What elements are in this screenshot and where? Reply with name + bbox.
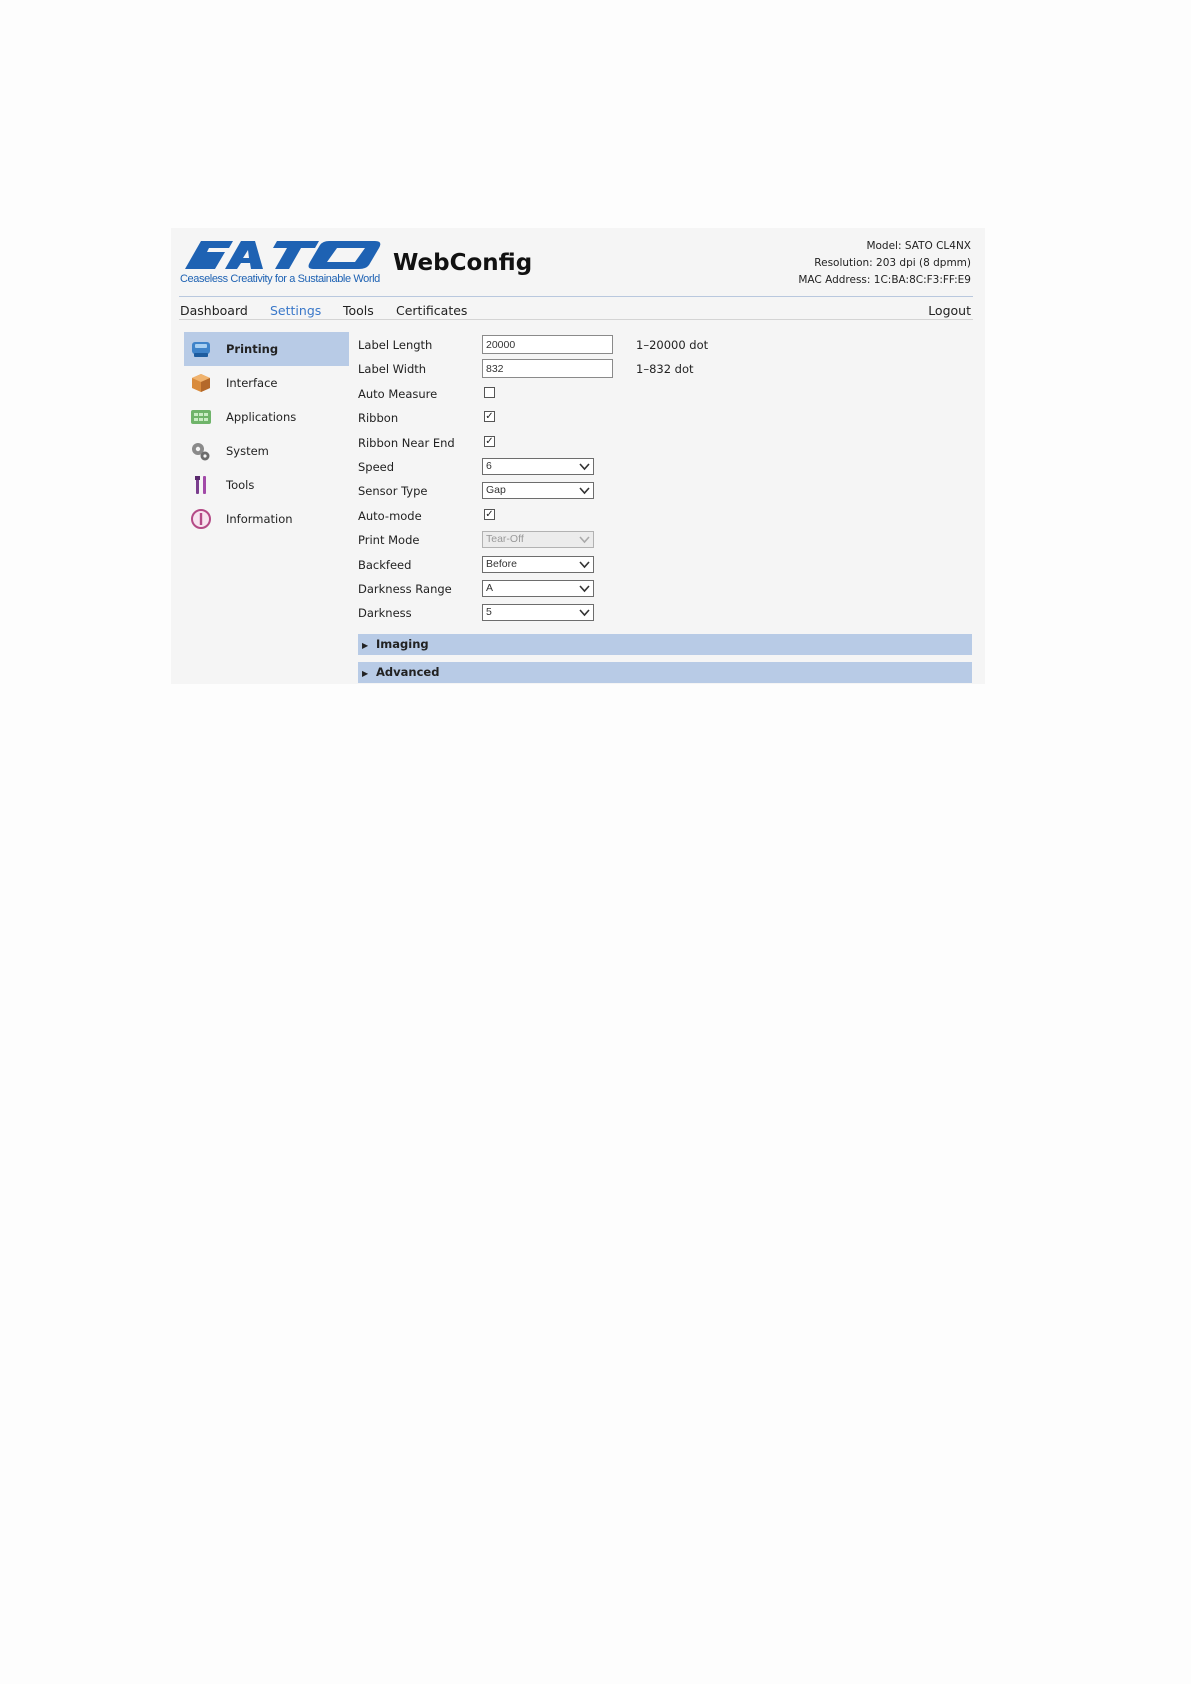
label-length-input[interactable] [482,335,613,354]
sidebar-item-label: Information [226,512,293,526]
label-width-label: Label Width [358,362,427,377]
app-title: WebConfig [393,250,533,276]
nav-divider [179,319,973,320]
darkness-range-label: Darkness Range [358,581,452,596]
nav-dashboard[interactable]: Dashboard [180,303,248,318]
darkness-row: Darkness 5 [358,600,972,624]
expand-triangle-icon: ▶ [362,641,369,650]
chevron-down-icon [579,463,590,471]
device-mac-address: MAC Address: 1C:BA:8C:F3:FF:E9 [798,274,971,286]
print-mode-row: Print Mode Tear-Off [358,527,972,551]
sensor-type-label: Sensor Type [358,484,428,499]
darkness-range-row: Darkness Range A [358,576,972,600]
imaging-section-title: Imaging [376,637,429,651]
header-divider [179,296,973,297]
chevron-down-icon [579,560,590,568]
sidebar-item-label: Interface [226,376,278,390]
darkness-label: Darkness [358,606,412,621]
ribbon-row: Ribbon ✓ [358,405,972,429]
nav-tools[interactable]: Tools [343,303,374,318]
speed-label: Speed [358,459,395,474]
sidebar-item-system[interactable]: System [184,434,349,468]
ribbon-near-end-label: Ribbon Near End [358,435,455,450]
label-length-label: Label Length [358,338,433,352]
advanced-section-title: Advanced [376,665,440,679]
label-length-hint: 1–20000 dot [636,338,709,352]
label-length-row: Label Length 1–20000 dot [358,332,972,356]
speed-select[interactable]: 6 [482,457,594,475]
auto-measure-label: Auto Measure [358,386,438,401]
interface-box-icon [192,374,210,392]
label-width-hint: 1–832 dot [636,362,694,377]
ribbon-near-end-checkbox[interactable]: ✓ [484,435,495,447]
label-width-row: Label Width 1–832 dot [358,356,972,380]
ribbon-checkbox[interactable]: ✓ [484,411,495,423]
advanced-section-header[interactable]: ▶ Advanced [358,662,972,683]
label-width-input[interactable] [482,359,613,379]
darkness-value: 5 [486,606,492,619]
sensor-type-row: Sensor Type Gap [358,478,972,502]
printer-icon [192,342,210,357]
applications-grid-icon [191,410,211,424]
auto-measure-checkbox[interactable] [484,386,495,398]
sidebar-item-label: Applications [226,410,297,424]
webconfig-window: Ceaseless Creativity for a Sustainable W… [171,228,985,684]
sidebar-item-interface[interactable]: Interface [184,366,349,400]
device-info: Model: SATO CL4NX Resolution: 203 dpi (8… [798,238,971,289]
sensor-type-value: Gap [486,484,506,497]
top-nav: Dashboard Settings Tools Certificates Lo… [180,301,971,321]
imaging-section-header[interactable]: ▶ Imaging [358,634,972,655]
tools-icon [195,476,206,494]
sidebar-item-label: Printing [226,342,279,356]
auto-measure-row: Auto Measure [358,381,972,405]
sidebar: Printing Interface Applications System T… [184,332,349,536]
sato-logo-mark [185,241,381,269]
darkness-select[interactable]: 5 [482,604,594,622]
expand-triangle-icon: ▶ [362,669,369,678]
darkness-range-value: A [486,581,494,594]
sidebar-item-label: Tools [226,478,255,492]
auto-mode-label: Auto-mode [358,508,422,523]
backfeed-row: Backfeed Before [358,552,972,576]
sensor-type-select[interactable]: Gap [482,482,594,500]
darkness-range-select[interactable]: A [482,579,594,597]
auto-mode-row: Auto-mode ✓ [358,503,972,527]
auto-mode-checkbox[interactable]: ✓ [484,508,495,520]
printing-settings-form: Label Length 1–20000 dot Label Width 1–8… [358,332,972,625]
print-mode-label: Print Mode [358,533,420,548]
chevron-down-icon [579,585,590,593]
device-resolution: Resolution: 203 dpi (8 dpmm) [814,257,971,269]
print-mode-value: Tear-Off [486,533,524,546]
nav-certificates[interactable]: Certificates [396,303,467,318]
sidebar-item-printing[interactable]: Printing [184,332,349,366]
backfeed-select[interactable]: Before [482,555,594,573]
backfeed-label: Backfeed [358,557,412,572]
chevron-down-icon [579,536,590,544]
sidebar-item-tools[interactable]: Tools [184,468,349,502]
speed-value: 6 [486,459,492,472]
sato-logo: Ceaseless Creativity for a Sustainable W… [179,238,385,288]
logout-link[interactable]: Logout [928,303,971,318]
sidebar-item-information[interactable]: Information [184,502,349,536]
ribbon-label: Ribbon [358,411,399,426]
gears-icon [192,443,210,461]
nav-settings[interactable]: Settings [270,303,321,318]
device-model: Model: SATO CL4NX [866,240,971,252]
backfeed-value: Before [486,557,517,570]
ribbon-near-end-row: Ribbon Near End ✓ [358,430,972,454]
logo-tagline: Ceaseless Creativity for a Sustainable W… [180,273,380,285]
sidebar-item-label: System [226,444,269,458]
information-icon [191,509,211,529]
chevron-down-icon [579,609,590,617]
print-mode-select: Tear-Off [482,531,594,549]
sidebar-item-applications[interactable]: Applications [184,400,349,434]
speed-row: Speed 6 [358,454,972,478]
chevron-down-icon [579,487,590,495]
